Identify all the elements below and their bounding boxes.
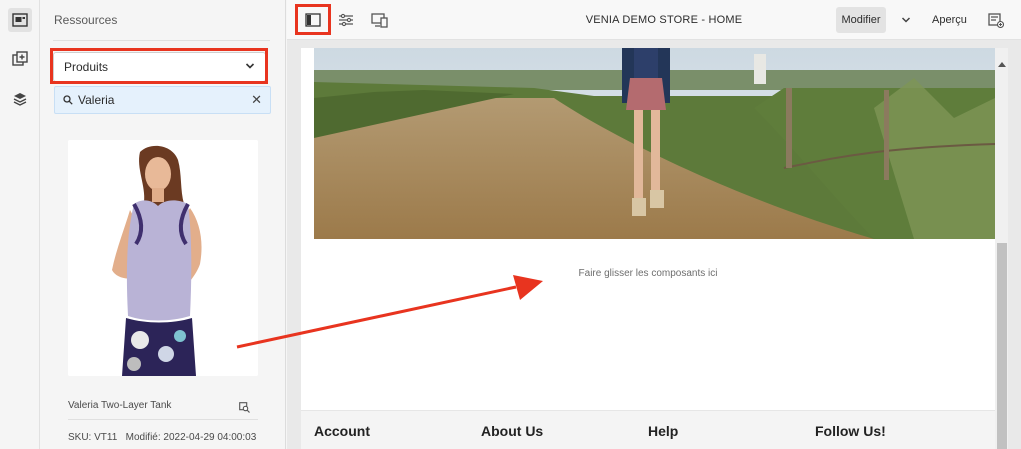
assets-icon[interactable] — [8, 8, 32, 32]
highlight-box — [50, 48, 268, 84]
footer-col-about[interactable]: About Us — [481, 423, 543, 439]
edit-mode-button[interactable]: Modifier — [836, 7, 886, 33]
search-value: Valeria — [78, 93, 115, 107]
divider — [53, 40, 270, 41]
divider — [68, 419, 258, 420]
search-icon — [63, 95, 73, 105]
chevron-down-icon[interactable] — [894, 8, 918, 32]
footer-col-follow[interactable]: Follow Us! — [815, 423, 886, 439]
highlight-box — [295, 4, 331, 35]
left-rail — [0, 0, 40, 449]
hero-image[interactable] — [314, 48, 995, 239]
emulator-icon[interactable] — [368, 8, 392, 32]
editor-toolbar: VENIA DEMO STORE - HOME Modifier Aperçu — [287, 0, 1021, 40]
page-preview: Faire glisser les composants ici Account… — [301, 48, 1008, 449]
clear-icon[interactable]: ✕ — [251, 92, 262, 108]
search-input[interactable]: Valeria ✕ — [54, 86, 271, 114]
annotations-icon[interactable] — [984, 8, 1008, 32]
view-details-icon[interactable] — [239, 400, 250, 418]
footer-col-account[interactable]: Account — [314, 423, 370, 439]
assets-panel: Ressources Produits Valeria ✕ Valeria Tw… — [40, 0, 286, 449]
layers-icon[interactable] — [8, 87, 32, 111]
product-meta: SKU: VT11 Modifié: 2022-04-29 04:00:03 — [68, 432, 256, 443]
site-footer: Account About Us Help Follow Us! — [301, 410, 995, 449]
page-properties-icon[interactable] — [334, 8, 358, 32]
product-name: Valeria Two-Layer Tank — [68, 400, 172, 411]
scrollbar-thumb[interactable] — [997, 243, 1007, 449]
page-title: VENIA DEMO STORE - HOME — [585, 14, 743, 26]
editor-window: Ressources Produits Valeria ✕ Valeria Tw… — [0, 0, 1021, 449]
footer-col-help[interactable]: Help — [648, 423, 678, 439]
product-image — [68, 140, 258, 376]
component-dropzone[interactable]: Faire glisser les composants ici — [301, 268, 995, 279]
preview-button[interactable]: Aperçu — [932, 14, 967, 26]
components-icon[interactable] — [8, 47, 32, 71]
product-sku: SKU: VT11 — [68, 432, 118, 443]
scroll-up-icon[interactable] — [998, 54, 1006, 72]
product-modified: Modifié: 2022-04-29 04:00:03 — [125, 432, 257, 443]
panel-title: Ressources — [54, 13, 118, 27]
product-card[interactable] — [68, 140, 258, 376]
